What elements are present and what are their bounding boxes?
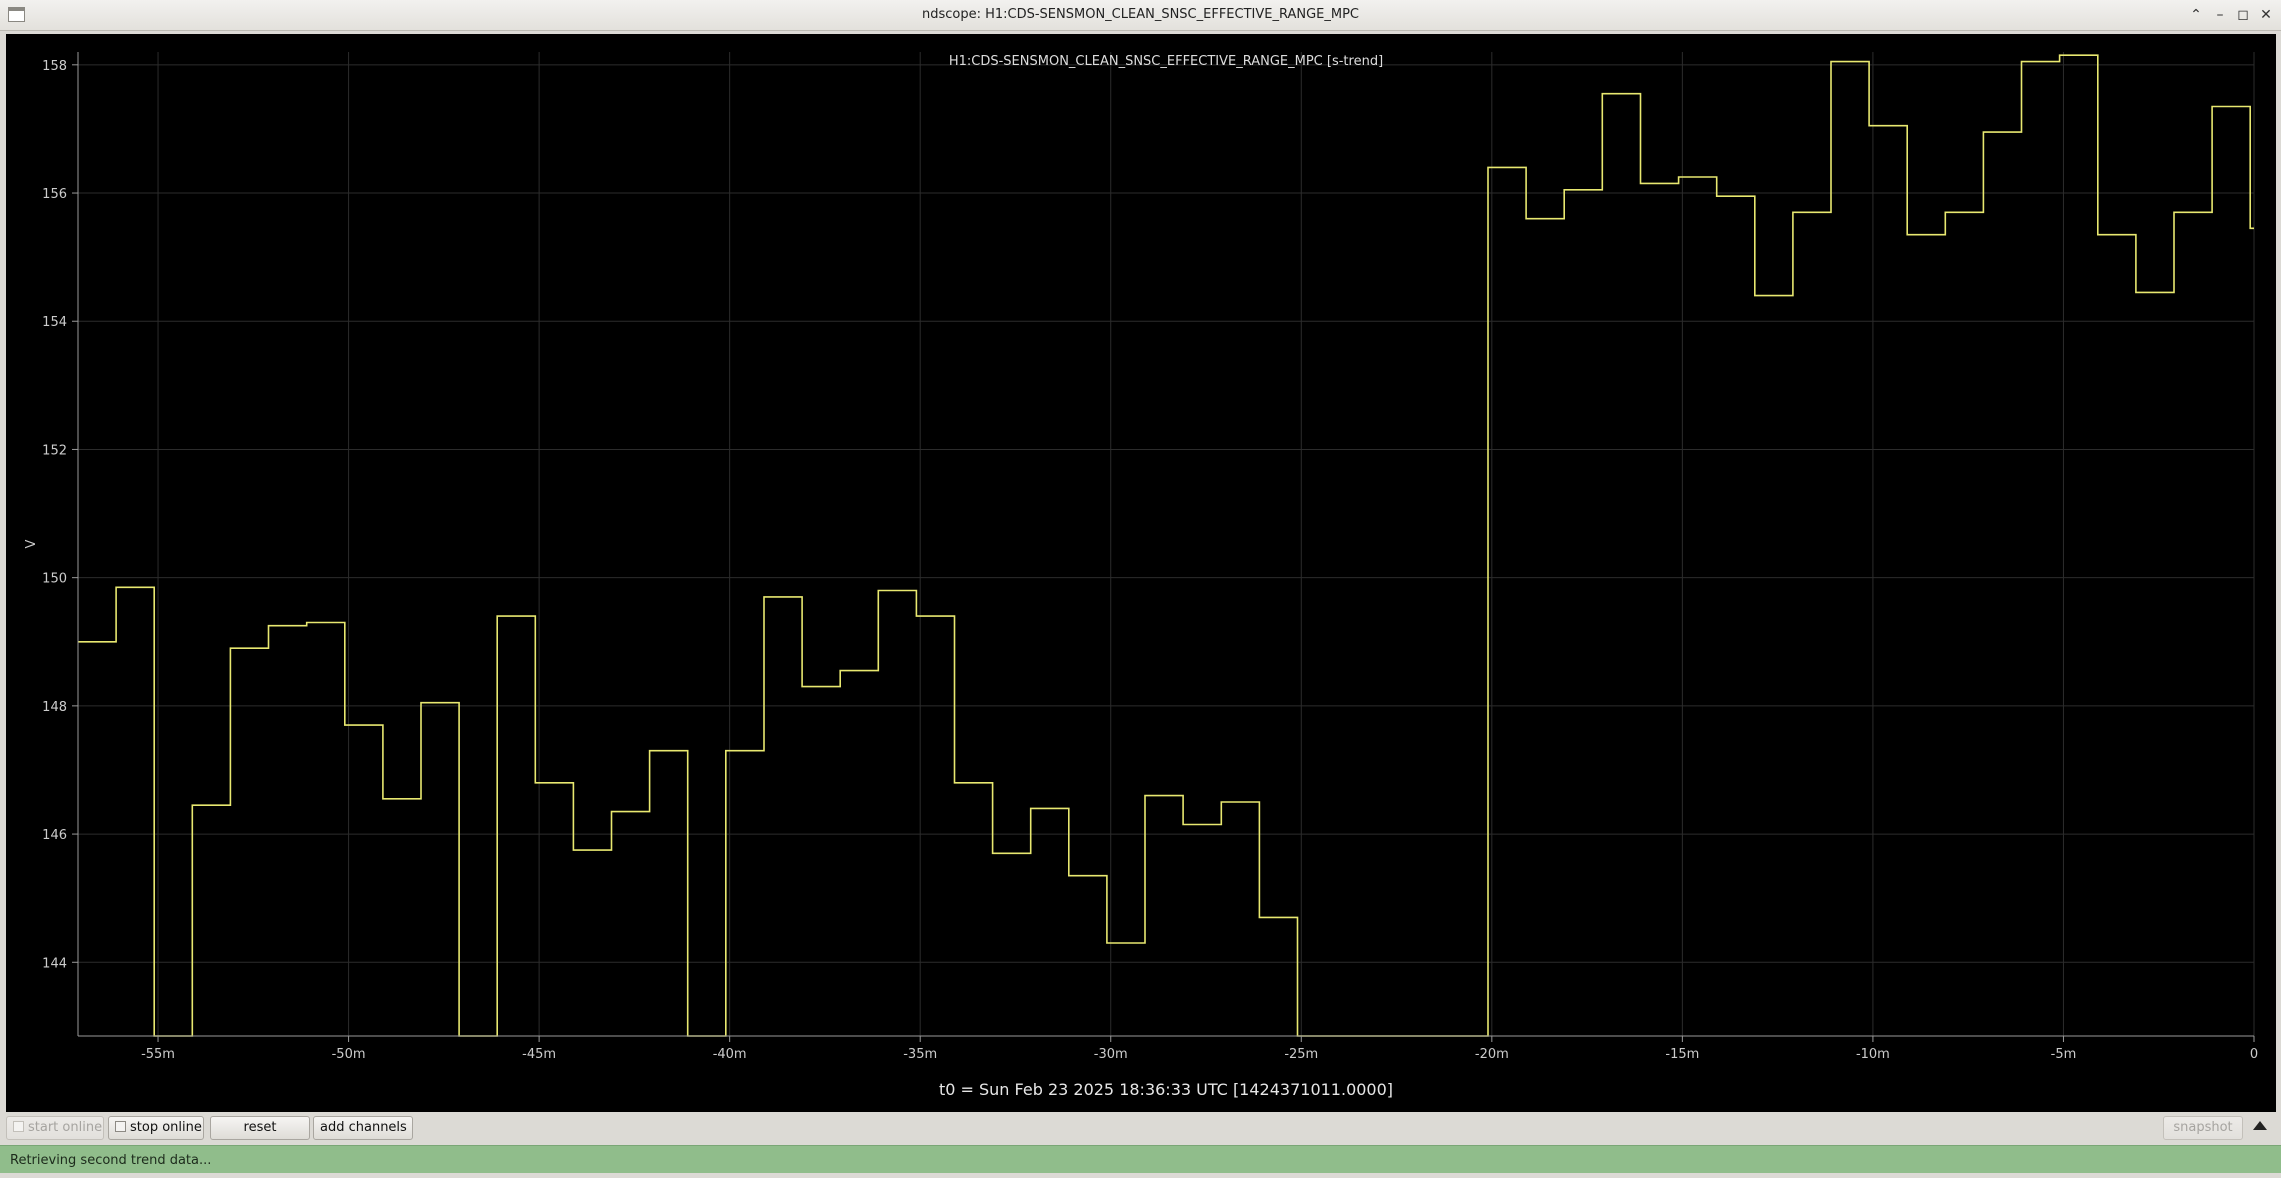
toolbar: start online stop online reset add chann… [0, 1112, 2281, 1144]
snapshot-button[interactable]: snapshot [2163, 1116, 2243, 1140]
y-tick-label: 156 [42, 187, 67, 202]
x-tick-label: -35m [903, 1047, 937, 1062]
x-tick-label: -40m [713, 1047, 747, 1062]
chart-title: H1:CDS-SENSMON_CLEAN_SNSC_EFFECTIVE_RANG… [949, 54, 1383, 69]
status-message: Retrieving second trend data... [10, 1153, 212, 1168]
x-tick-label: -10m [1856, 1047, 1890, 1062]
window-title: ndscope: H1:CDS-SENSMON_CLEAN_SNSC_EFFEC… [921, 7, 1360, 22]
x-tick-label: -30m [1094, 1047, 1128, 1062]
y-tick-label: 152 [42, 443, 67, 458]
t0-label: t0 = Sun Feb 23 2025 18:36:33 UTC [14243… [939, 1080, 1393, 1099]
y-tick-label: 146 [42, 828, 67, 843]
stop-online-label: stop online [130, 1120, 202, 1135]
reset-button[interactable]: reset [210, 1116, 310, 1140]
start-online-button[interactable]: start online [6, 1116, 104, 1140]
y-tick-label: 154 [42, 315, 67, 330]
plot-area[interactable]: -55m -50m -45m -40m -35m -30m -25m -20m -15m -10m… [6, 34, 2276, 1112]
grid [78, 52, 2255, 1036]
y-tick-label: 150 [42, 572, 67, 587]
y-tick-label: 158 [42, 59, 67, 74]
start-online-label: start online [28, 1120, 103, 1135]
add-channels-button[interactable]: add channels [313, 1116, 413, 1140]
x-tick-label: -25m [1284, 1047, 1318, 1062]
channel-trace [78, 54, 2254, 1037]
x-tick-label: -50m [332, 1047, 366, 1062]
x-tick-label: -15m [1665, 1047, 1699, 1062]
checkbox-icon [115, 1121, 126, 1132]
close-icon[interactable]: ✕ [2256, 5, 2276, 25]
x-tick-label: 0 [2250, 1047, 2258, 1062]
y-tick-label: 144 [42, 956, 67, 971]
y-tick-label: 148 [42, 700, 67, 715]
x-tick-label: -45m [522, 1047, 556, 1062]
x-tick-label: -55m [141, 1047, 175, 1062]
x-tick-label: -5m [2051, 1047, 2077, 1062]
minimize-icon[interactable]: – [2210, 5, 2230, 25]
y-axis-label: V [24, 539, 39, 548]
status-bar: Retrieving second trend data... [0, 1145, 2281, 1173]
axis-ticks: -55m -50m -45m -40m -35m -30m -25m -20m -15m -10m… [42, 59, 2258, 1062]
stop-online-button[interactable]: stop online [108, 1116, 204, 1140]
window-titlebar[interactable]: ndscope: H1:CDS-SENSMON_CLEAN_SNSC_EFFEC… [0, 0, 2281, 31]
maximize-icon[interactable]: ◻ [2233, 5, 2253, 25]
x-tick-label: -20m [1475, 1047, 1509, 1062]
chevron-up-icon[interactable]: ⌃ [2186, 5, 2206, 25]
trend-plot[interactable]: -55m -50m -45m -40m -35m -30m -25m -20m -15m -10m… [6, 34, 2276, 1112]
checkbox-icon [13, 1121, 24, 1132]
triangle-up-icon[interactable] [2253, 1121, 2267, 1130]
